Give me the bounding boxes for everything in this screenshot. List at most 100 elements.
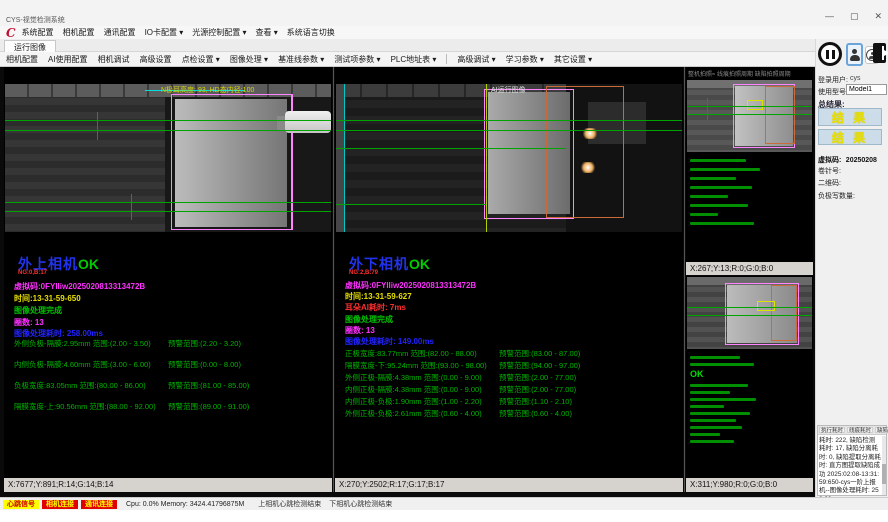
viewport-upper-camera[interactable]: N极耳高度: 93, HD态内径:100 外上相机OK NG:0,B:17 虚拟…	[4, 67, 332, 492]
log-text-line	[690, 204, 748, 207]
done-line: 图像处理完成	[14, 305, 62, 316]
log-text-line	[690, 222, 754, 225]
tab-strip: 运行图像	[0, 39, 888, 52]
log-text-line	[690, 356, 740, 359]
roi-box-orange	[771, 285, 797, 341]
log-text-line	[690, 426, 742, 429]
turns-line: 圈数: 13	[14, 317, 44, 328]
info-scrollbar-thumb[interactable]	[882, 464, 886, 484]
ref-line-yellow	[486, 84, 487, 232]
upper-camera-image[interactable]: N极耳高度: 93, HD态内径:100	[5, 84, 331, 232]
measure-line	[336, 148, 566, 149]
menu-system-config[interactable]: 系统配置	[22, 27, 54, 38]
tool-learning-params[interactable]: 学习参数 ▾	[506, 54, 544, 65]
app-logo-icon: C	[6, 28, 16, 38]
splitter-middle-right[interactable]	[684, 67, 685, 492]
measure-line	[687, 307, 812, 308]
qrcode-label: 二维码:	[818, 178, 841, 188]
log-text-line	[690, 433, 720, 436]
tool-baseline-params[interactable]: 基准线参数 ▾	[278, 54, 324, 65]
info-tab-scratch[interactable]: 线痕耗时	[847, 427, 873, 433]
info-tab-strip: 执行耗时 线痕耗时 缺陷耗时	[818, 426, 886, 435]
measure-line	[5, 130, 331, 131]
warn-range: 预警范围:(2.20 - 3.20)	[168, 338, 241, 349]
close-button[interactable]: ✕	[874, 11, 882, 22]
info-tab-exec[interactable]: 执行耗时	[819, 427, 845, 433]
measure-line	[687, 315, 812, 316]
measure-line-v	[707, 98, 708, 120]
virtual-code-value: 20250208	[846, 157, 877, 164]
barcode-line: 虚拟码:0FYIIiw2025020813313472B	[14, 281, 145, 292]
minimize-button[interactable]: —	[825, 11, 834, 22]
splitter-left-middle[interactable]	[333, 67, 334, 492]
ai-time-line: 耳朵AI耗时: 7ms	[345, 302, 406, 313]
warn-range: 预警范围:(0.60 - 4.00)	[499, 408, 572, 419]
tool-advanced-settings[interactable]: 高级设置	[140, 54, 172, 65]
pause-button[interactable]	[818, 42, 842, 66]
result-ok: OK	[78, 256, 99, 272]
roi-box-orange	[546, 86, 624, 218]
measurement: 隔膜宽度-上:90.56mm 范围:(88.00 - 92.00)	[14, 401, 156, 412]
viewport-aux-bottom[interactable]: OK X:311;Y:980;R:0;G:0;B:0	[686, 276, 813, 492]
warn-range: 预警范围:(2.00 - 77.00)	[499, 384, 576, 395]
tool-advanced-debug[interactable]: 高级调试 ▾	[457, 54, 495, 65]
roi-box-magenta	[171, 94, 293, 230]
aux-camera-image[interactable]	[687, 277, 812, 349]
measure-line-v	[97, 112, 98, 140]
tool-camera-debug[interactable]: 相机调试	[98, 54, 130, 65]
measure-line	[687, 106, 812, 107]
info-scrollbar[interactable]	[882, 436, 886, 495]
measure-line	[5, 202, 331, 203]
upper-heartbeat-message: 上相机心跳检测结束	[258, 499, 321, 509]
measure-line	[687, 114, 812, 115]
pixel-coordinate-bar: X:7677;Y:891;R:14;G:14;B:14	[4, 478, 332, 492]
aux-camera-image[interactable]	[687, 80, 812, 152]
measurement: 外侧正极-负极:2.61mm 范围:(0.60 - 4.00)	[345, 408, 482, 419]
roi-box-orange	[765, 86, 795, 144]
tool-plc-address[interactable]: PLC地址表 ▾	[391, 54, 437, 65]
menu-view[interactable]: 查看 ▾	[256, 27, 278, 38]
info-tab-defect[interactable]: 缺陷耗时	[875, 427, 888, 433]
menu-light-config[interactable]: 光源控制配置 ▾	[192, 27, 246, 38]
tool-test-params[interactable]: 测试项参数 ▾	[334, 54, 380, 65]
runtime-info-panel: 执行耗时 线痕耗时 缺陷耗时 耗时: 222, 缺陷检测耗时: 17, 缺陷分离…	[817, 425, 887, 496]
aux-header-text: 整机拍照≈ 线痕拍照周期 缺陷拍照周期	[688, 69, 791, 78]
tool-camera-config[interactable]: 相机配置	[6, 54, 38, 65]
model-label: 使用型号:	[818, 87, 848, 97]
done-line: 图像处理完成	[345, 314, 393, 325]
tool-ai-use-config[interactable]: AI使用配置	[48, 54, 88, 65]
measurement: 负极宽度:83.05mm 范围:(80.00 - 86.00)	[14, 380, 146, 391]
lower-camera-image[interactable]: AI运行图像	[336, 84, 682, 232]
virtual-code-label: 虚拟码:	[818, 157, 841, 164]
operator-mode-button[interactable]	[846, 43, 863, 66]
model-input[interactable]	[846, 84, 887, 95]
log-text-line	[690, 398, 756, 401]
menu-camera-config[interactable]: 相机配置	[63, 27, 95, 38]
log-text-line	[690, 195, 728, 198]
tool-spot-check[interactable]: 点检设置 ▾	[182, 54, 220, 65]
viewport-aux-top[interactable]: 整机拍照≈ 线痕拍照周期 缺陷拍照周期 X:267;Y:13;R:0;G:0;B…	[686, 67, 813, 275]
measure-line	[5, 120, 331, 121]
runtime-info-text: 耗时: 222, 缺陷检测耗时: 17, 缺陷分离耗时: 0, 缺陷提取分离耗时…	[819, 437, 881, 504]
menu-io-config[interactable]: IO卡配置 ▾	[145, 27, 184, 38]
tool-image-processing[interactable]: 图像处理 ▾	[230, 54, 268, 65]
viewport-lower-camera[interactable]: AI运行图像 外下相机OK NG:2,B:79 虚拟码:0FYIIiw20250…	[335, 67, 683, 492]
log-text-line	[690, 391, 730, 394]
desktop-strip	[0, 510, 888, 522]
warn-range: 预警范围:(83.00 - 87.00)	[499, 348, 580, 359]
logout-button[interactable]	[873, 43, 886, 63]
warn-range: 预警范围:(94.00 - 97.00)	[499, 360, 580, 371]
tool-other-settings[interactable]: 其它设置 ▾	[554, 54, 592, 65]
aux-result-ok: OK	[690, 369, 704, 379]
result-badge-upper: 结 果	[818, 108, 882, 126]
measurement: 正极宽度:83.77mm 范围:(82.00 - 88.00)	[345, 348, 477, 359]
time-line: 时间:13-31-59-627	[345, 291, 412, 302]
login-user-value: cys	[850, 75, 861, 82]
menu-comm-config[interactable]: 通讯配置	[104, 27, 136, 38]
image-overlay-text: AI运行图像	[491, 85, 526, 95]
tab-run-image[interactable]: 运行图像	[4, 40, 56, 52]
maximize-button[interactable]: ▢	[850, 11, 859, 22]
control-sidebar: 登录用户: cys 使用型号: 总结果: 结 果 结 果 虚拟码: 202502…	[815, 39, 888, 497]
menu-language-switch[interactable]: 系统语言切换	[287, 27, 335, 38]
write-count-label: 负极写数量:	[818, 191, 855, 201]
